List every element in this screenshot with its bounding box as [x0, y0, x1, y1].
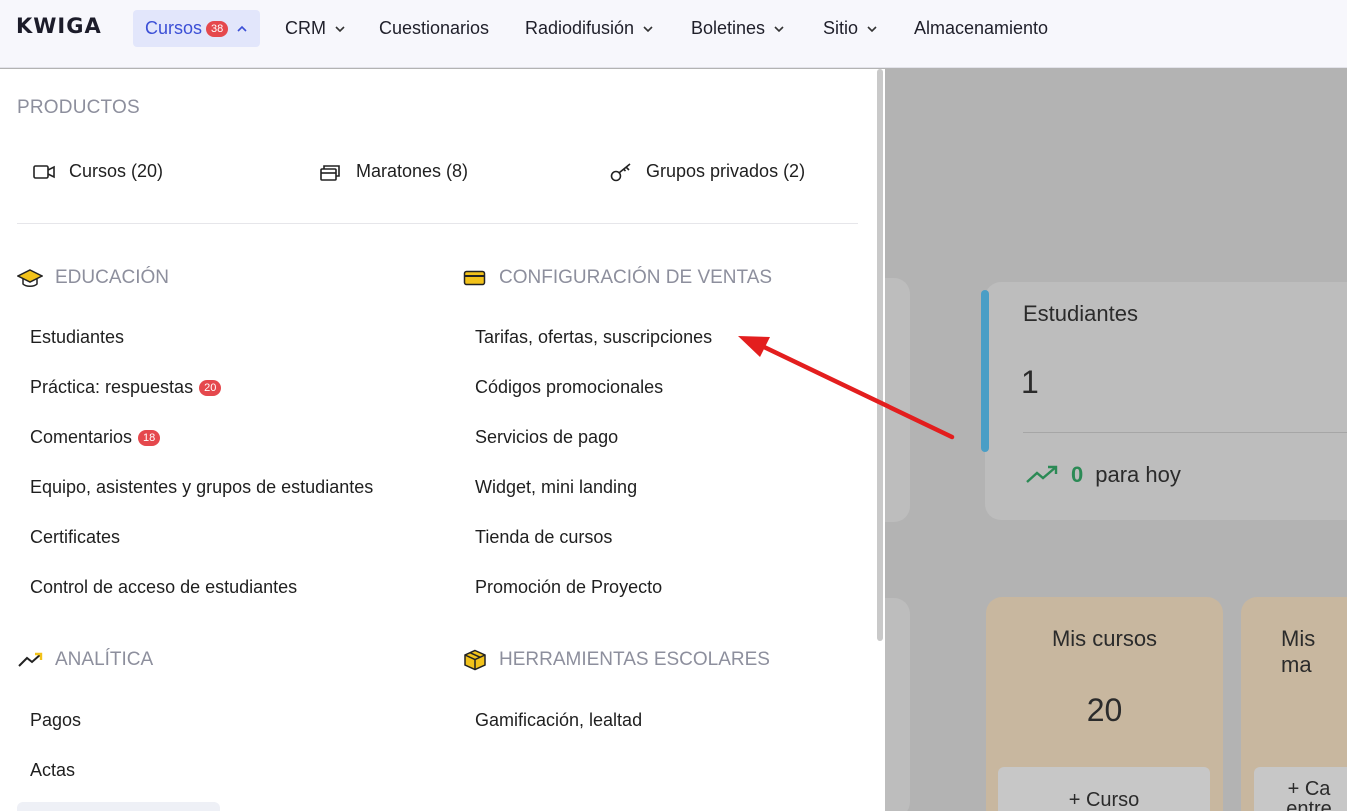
menu-link-certificates[interactable]: Certificates [30, 527, 120, 548]
section-divider [17, 223, 858, 224]
product-label: Grupos privados (2) [646, 161, 806, 181]
box-icon [464, 649, 486, 671]
menu-link-promocion[interactable]: Promoción de Proyecto [475, 577, 662, 598]
analytics-section-title: ANALÍTICA [17, 649, 153, 671]
today-label: para hoy [1095, 462, 1181, 487]
button-line: entre [1286, 798, 1332, 811]
students-card-title: Estudiantes [1023, 301, 1138, 326]
menu-link-codigos[interactable]: Códigos promocionales [475, 377, 663, 398]
my-marathons-title: Mis ma [1281, 626, 1316, 677]
nav-label: CRM [285, 18, 326, 38]
link-label: Comentarios [30, 427, 133, 447]
menu-link-actas[interactable]: Actas [30, 760, 75, 781]
key-icon [610, 162, 631, 181]
link-label: Estudiantes [30, 327, 125, 347]
link-label: Control de acceso de estudiantes [30, 577, 298, 597]
product-maratones[interactable]: Maratones (8) [320, 161, 468, 182]
credit-card-icon [463, 270, 486, 286]
my-courses-count: 20 [1086, 692, 1123, 728]
nav-label: Cuestionarios [379, 18, 490, 38]
product-label: Maratones (8) [356, 161, 469, 181]
menu-link-tienda[interactable]: Tienda de cursos [475, 527, 612, 548]
nav-almacenamiento[interactable]: Almacenamiento [914, 10, 1048, 47]
trend-up-icon [1026, 465, 1058, 483]
my-courses-title: Mis cursos [1051, 626, 1158, 651]
nav-cuestionarios[interactable]: Cuestionarios [379, 10, 489, 47]
students-count: 1 [1021, 364, 1039, 400]
link-label: Códigos promocionales [475, 377, 664, 397]
chevron-down-icon [867, 25, 877, 32]
link-label: Tienda de cursos [475, 527, 613, 547]
link-label: Pagos [30, 710, 82, 730]
chevron-down-icon [774, 25, 784, 32]
category-label: EDUCACIÓN [55, 267, 170, 288]
category-label: ANALÍTICA [55, 649, 154, 670]
link-label: Servicios de pago [475, 427, 619, 447]
nav-label: Sitio [823, 18, 859, 38]
nav-boletines[interactable]: Boletines [691, 10, 785, 47]
link-label: Certificates [30, 527, 121, 547]
link-label: Gamificación, lealtad [475, 710, 643, 730]
chevron-down-icon [643, 25, 653, 32]
link-label: Promoción de Proyecto [475, 577, 663, 597]
sales-section-title: CONFIGURACIÓN DE VENTAS [463, 267, 772, 289]
link-label: Equipo, asistentes y grupos de estudiant… [30, 477, 374, 497]
category-label: HERRAMIENTAS ESCOLARES [499, 649, 770, 670]
nav-label: Boletines [691, 18, 766, 38]
tools-section-title: HERRAMIENTAS ESCOLARES [463, 649, 770, 671]
education-section-title: EDUCACIÓN [17, 267, 169, 289]
menu-link-equipo[interactable]: Equipo, asistentes y grupos de estudiant… [30, 477, 373, 498]
chevron-up-icon [237, 25, 247, 32]
nav-radiodifusion[interactable]: Radiodifusión [525, 10, 654, 47]
graduation-cap-icon [17, 269, 43, 287]
cursos-dropdown-menu: PRODUCTOS Cursos (20) Maratones (8) Grup… [0, 69, 885, 811]
count-badge: 18 [138, 429, 161, 446]
menu-item-partial[interactable] [17, 802, 220, 811]
nav-label: Almacenamiento [914, 18, 1049, 38]
product-label: Cursos (20) [69, 161, 164, 181]
menu-link-tarifas[interactable]: Tarifas, ofertas, suscripciones [475, 327, 712, 348]
menu-link-widget[interactable]: Widget, mini landing [475, 477, 637, 498]
nav-sitio[interactable]: Sitio [823, 10, 878, 47]
menu-link-practica[interactable]: Práctica: respuestas 20 [30, 377, 222, 398]
menu-scrollbar[interactable] [877, 69, 883, 641]
menu-link-gamificacion[interactable]: Gamificación, lealtad [475, 710, 642, 731]
menu-link-servicios-pago[interactable]: Servicios de pago [475, 427, 618, 448]
chevron-down-icon [335, 25, 345, 32]
nav-crm[interactable]: CRM [285, 10, 346, 47]
product-cursos[interactable]: Cursos (20) [33, 161, 163, 182]
students-accent-bar [981, 290, 989, 452]
students-today: 0 para hoy [1025, 462, 1181, 488]
app-logo[interactable]: KWIGA [16, 14, 102, 38]
link-label: Práctica: respuestas [30, 377, 194, 397]
trend-up-icon [18, 652, 43, 667]
nav-label: Radiodifusión [525, 18, 635, 38]
top-navigation: KWIGA Cursos 38 CRM Cuestionarios Radiod… [0, 0, 1347, 68]
nav-label: Cursos [145, 18, 203, 38]
count-badge: 20 [199, 379, 222, 396]
today-count: 0 [1071, 462, 1084, 487]
menu-link-control-acceso[interactable]: Control de acceso de estudiantes [30, 577, 297, 598]
nav-cursos[interactable]: Cursos 38 [133, 10, 261, 47]
link-label: Actas [30, 760, 76, 780]
add-marathon-button[interactable]: + Ca entre [1254, 767, 1347, 811]
product-grupos-privados[interactable]: Grupos privados (2) [610, 161, 805, 182]
products-section-title: PRODUCTOS [17, 97, 140, 118]
cards-stack-icon [320, 164, 340, 181]
menu-link-pagos[interactable]: Pagos [30, 710, 81, 731]
menu-link-comentarios[interactable]: Comentarios 18 [30, 427, 161, 448]
card-divider [1023, 432, 1347, 433]
category-label: CONFIGURACIÓN DE VENTAS [499, 267, 773, 288]
link-label: Widget, mini landing [475, 477, 638, 497]
video-camera-icon [33, 164, 55, 179]
add-course-button[interactable]: + Curso [998, 767, 1210, 811]
button-line: + Ca [1287, 778, 1331, 800]
count-badge: 38 [206, 20, 229, 37]
link-label: Tarifas, ofertas, suscripciones [475, 327, 713, 347]
menu-link-estudiantes[interactable]: Estudiantes [30, 327, 124, 348]
